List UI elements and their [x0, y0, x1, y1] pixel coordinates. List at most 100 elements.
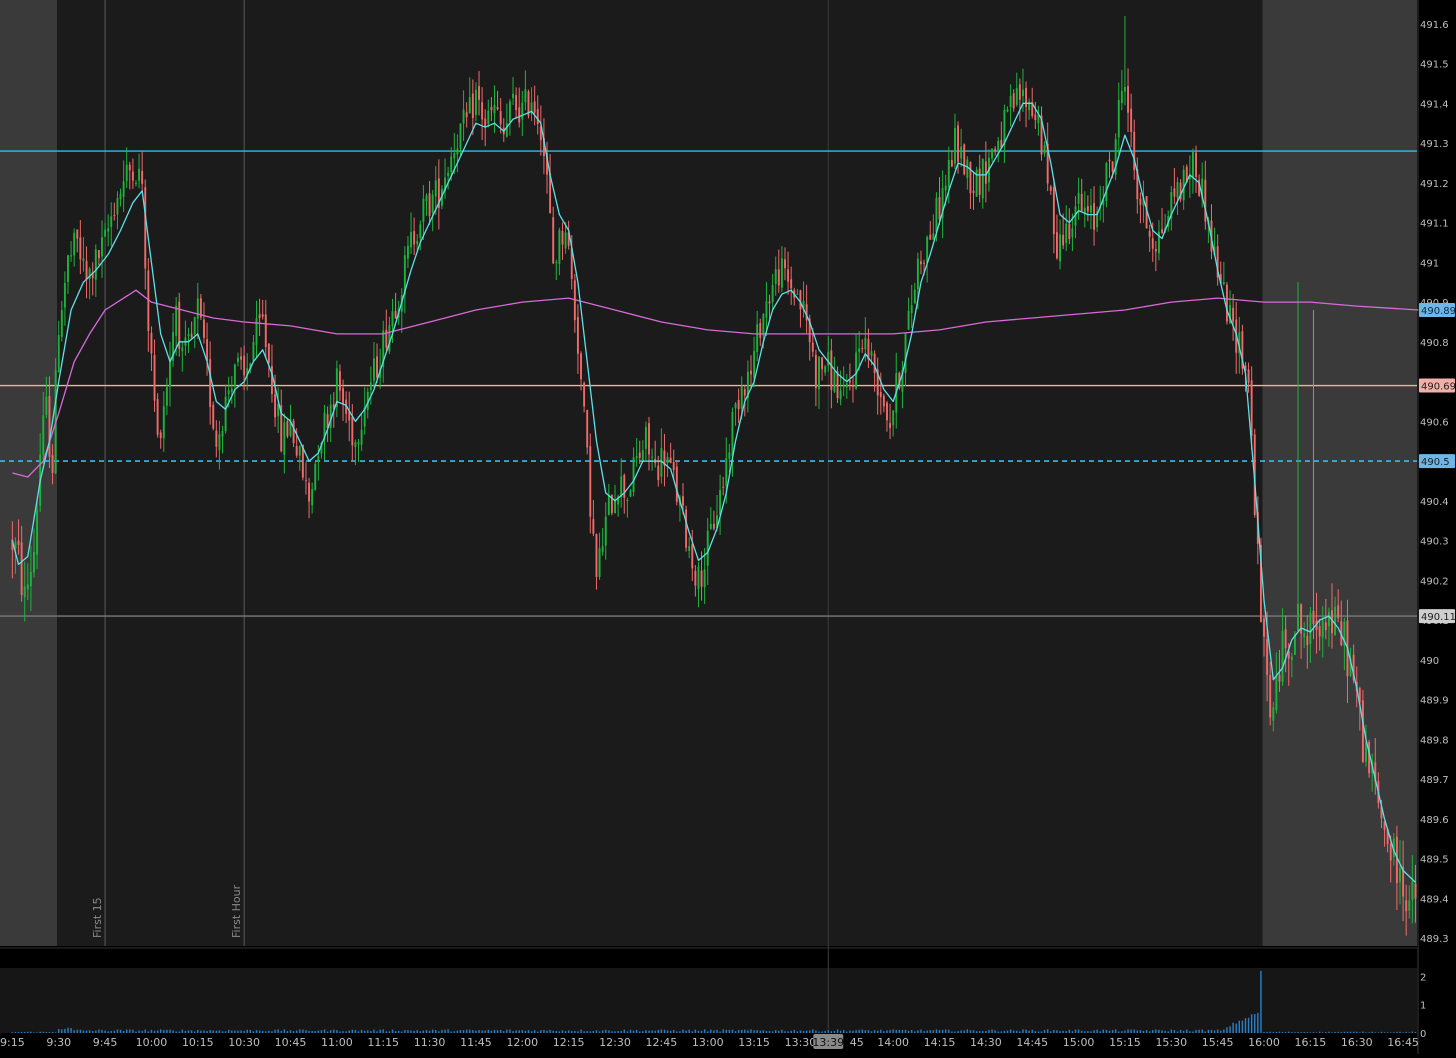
volume-bar — [169, 1029, 171, 1033]
volume-bar — [920, 1029, 922, 1033]
candle — [54, 358, 57, 475]
volume-bar — [530, 1031, 533, 1033]
candle-body — [607, 494, 610, 515]
candle-body — [286, 421, 289, 437]
candle-body — [48, 396, 51, 457]
candle-body — [369, 382, 372, 391]
candle-body — [1148, 230, 1151, 237]
time-tick-label: 9:45 — [93, 1036, 118, 1049]
volume-bar — [30, 1031, 32, 1033]
volume-bar — [295, 1030, 298, 1033]
candle-body — [1269, 674, 1272, 718]
candle-body — [623, 475, 626, 498]
volume-bar — [552, 1030, 554, 1033]
candle-body — [756, 324, 759, 352]
volume-bar — [938, 1030, 941, 1033]
candle-body — [175, 305, 178, 336]
candle-body — [1411, 881, 1414, 900]
candle-body — [169, 361, 171, 387]
volume-bar — [1288, 1031, 1290, 1033]
volume-bar — [163, 1029, 165, 1033]
volume-bar — [1393, 1032, 1395, 1033]
candle-body — [564, 232, 567, 249]
candle-body — [82, 258, 85, 262]
candle-body — [153, 355, 156, 401]
volume-bar — [892, 1029, 894, 1033]
volume-bar — [1198, 1029, 1200, 1033]
volume-bar — [555, 1030, 557, 1033]
candle-body — [1247, 369, 1250, 383]
candle-body — [97, 250, 100, 259]
candle-body — [388, 325, 391, 352]
candle-body — [1012, 93, 1015, 109]
volume-bar — [951, 1031, 953, 1033]
price-tick-label: 490.6 — [1420, 417, 1449, 428]
volume-bar — [1278, 1031, 1281, 1033]
candle-body — [1275, 675, 1278, 711]
candle-body — [910, 305, 913, 314]
time-tick-label: 12:15 — [553, 1036, 585, 1049]
volume-bar — [1309, 1032, 1312, 1033]
volume-bar — [787, 1031, 789, 1033]
candle-body — [1108, 159, 1111, 162]
volume-bar — [537, 1031, 539, 1033]
volume-bar — [206, 1031, 208, 1033]
volume-bar — [734, 1031, 737, 1033]
candle-body — [1225, 284, 1228, 322]
candle-body — [1263, 618, 1265, 637]
candle-body — [410, 231, 412, 248]
candle-body — [512, 93, 514, 99]
time-tick-label: 9:15 — [0, 1036, 25, 1049]
volume-bar — [459, 1029, 462, 1033]
volume-bar — [1136, 1030, 1139, 1033]
volume-bar — [197, 1029, 199, 1033]
volume-bar — [957, 1031, 959, 1033]
candle-body — [743, 389, 746, 396]
volume-bar — [484, 1030, 486, 1033]
candle-body — [357, 442, 360, 445]
candle-body — [295, 446, 298, 456]
volume-bar — [231, 1030, 233, 1033]
candle-body — [604, 516, 607, 546]
volume-bar — [1207, 1029, 1210, 1033]
price-chart[interactable]: First 15 First Hour 2 1 0 491.6 491.5 491.4 49… — [0, 0, 1456, 1054]
volume-bar — [1090, 1031, 1092, 1033]
volume-bar — [261, 1031, 264, 1033]
volume-bar — [651, 1030, 653, 1033]
volume-bar — [676, 1031, 678, 1033]
volume-bar — [481, 1030, 483, 1033]
volume-bar — [246, 1029, 248, 1033]
volume-bar — [629, 1029, 632, 1033]
candle-body — [595, 533, 598, 578]
volume-bar — [577, 1031, 579, 1033]
candle-body — [1130, 108, 1133, 132]
volume-bar — [280, 1030, 282, 1033]
volume-bar — [1056, 1030, 1058, 1033]
volume-bar — [1186, 1029, 1188, 1033]
candle-body — [892, 410, 895, 426]
candle-body — [478, 86, 480, 100]
volume-bar — [354, 1030, 357, 1033]
volume-bar — [1210, 1029, 1213, 1033]
volume-bar — [858, 1029, 860, 1033]
volume-bar — [67, 1027, 69, 1033]
volume-bar — [277, 1029, 279, 1033]
price-tick-label: 491.5 — [1420, 60, 1449, 71]
candle-body — [771, 285, 774, 303]
volume-bar — [1012, 1030, 1015, 1033]
volume-bar — [135, 1031, 137, 1033]
candle-body — [218, 434, 221, 451]
volume-bar — [1281, 1032, 1284, 1033]
volume-bar — [1414, 1032, 1417, 1033]
volume-bar — [527, 1030, 530, 1033]
time-tick-label: 12:00 — [506, 1036, 538, 1049]
candle-body — [76, 229, 79, 239]
candle-body — [722, 486, 725, 488]
volume-bar — [997, 1031, 999, 1033]
candle — [178, 292, 181, 357]
volume-bar — [666, 1030, 669, 1033]
candle-body — [456, 148, 459, 155]
volume-bar — [1318, 1031, 1321, 1033]
volume-bar — [227, 1029, 230, 1033]
candle-body — [36, 509, 39, 555]
